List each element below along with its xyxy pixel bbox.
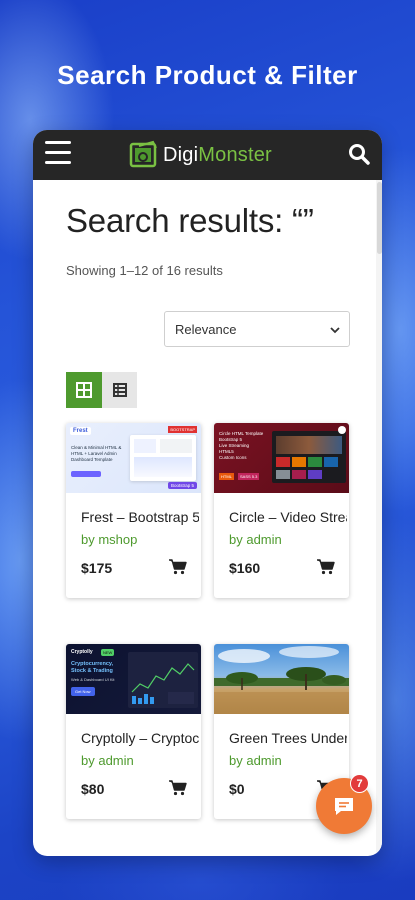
thumb-badge: Bootstrap 5 xyxy=(167,482,197,489)
scrollbar-track[interactable] xyxy=(376,180,382,856)
product-card[interactable]: Circle HTML Template Bootstrap 5 Live St… xyxy=(214,423,349,598)
logo-mark-icon xyxy=(129,140,157,168)
app-screen: DigiMonster Search results: “” Showing 1… xyxy=(33,130,382,856)
product-author[interactable]: by mshop xyxy=(81,532,137,547)
thumb-button: Get Now xyxy=(71,687,95,696)
page-title: Search results: “” xyxy=(66,202,314,239)
search-icon[interactable] xyxy=(348,143,370,165)
add-to-cart-icon[interactable] xyxy=(169,780,187,796)
thumb-badge: BOOTSTRAP xyxy=(168,426,197,433)
thumb-text: Web & Dashboard UI Kit xyxy=(71,677,115,682)
chat-bubble-icon xyxy=(335,798,353,815)
grid-view-button[interactable] xyxy=(66,372,102,408)
top-app-bar: DigiMonster xyxy=(33,130,382,180)
menu-icon[interactable] xyxy=(45,141,71,165)
sort-selected-value: Relevance xyxy=(175,321,237,337)
product-card[interactable]: Frest Clean & Minimal HTML & HTML + Lara… xyxy=(66,423,201,598)
grid-view-icon xyxy=(76,382,92,398)
product-card[interactable]: Cryptolly NEW Cryptocurrency, Stock & Tr… xyxy=(66,644,201,819)
chat-notification-badge: 7 xyxy=(350,774,369,793)
product-thumbnail[interactable]: Frest Clean & Minimal HTML & HTML + Lara… xyxy=(66,423,201,493)
sort-select[interactable]: Relevance xyxy=(164,311,350,347)
app-logo[interactable]: DigiMonster xyxy=(129,140,272,170)
add-to-cart-icon[interactable] xyxy=(317,559,335,575)
add-to-cart-icon[interactable] xyxy=(169,559,187,575)
logo-text-digi: Digi xyxy=(163,143,199,166)
product-price: $175 xyxy=(81,560,113,576)
product-title[interactable]: Cryptolly – Cryptocurrency xyxy=(81,730,199,746)
thumb-text: Custom Icons xyxy=(219,455,247,460)
product-thumbnail[interactable] xyxy=(214,644,349,714)
thumb-brand: Cryptolly xyxy=(71,649,93,655)
thumb-text: Cryptocurrency, xyxy=(71,661,114,667)
product-author[interactable]: by admin xyxy=(81,753,134,768)
product-price: $160 xyxy=(229,560,261,576)
logo-text-monster: Monster xyxy=(198,143,272,166)
list-view-icon xyxy=(112,383,127,397)
thumb-badge: SASS 5.3 xyxy=(238,473,260,480)
product-thumbnail[interactable]: Circle HTML Template Bootstrap 5 Live St… xyxy=(214,423,349,493)
product-price: $0 xyxy=(229,781,245,797)
thumb-brand: Frest xyxy=(70,427,91,435)
product-thumbnail[interactable]: Cryptolly NEW Cryptocurrency, Stock & Tr… xyxy=(66,644,201,714)
result-count: Showing 1–12 of 16 results xyxy=(66,263,223,278)
thumb-badge: HTML xyxy=(219,473,234,480)
thumb-text: Stock & Trading xyxy=(71,668,113,674)
product-title[interactable]: Circle – Video Streaming xyxy=(229,509,347,525)
product-author[interactable]: by admin xyxy=(229,753,282,768)
scrollbar-thumb[interactable] xyxy=(377,182,382,254)
product-title[interactable]: Green Trees Under Blue Sky xyxy=(229,730,347,746)
product-price: $80 xyxy=(81,781,105,797)
thumb-badge: NEW xyxy=(101,649,115,656)
chevron-down-icon xyxy=(330,327,340,334)
promo-headline: Search Product & Filter xyxy=(57,60,358,90)
product-title[interactable]: Frest – Bootstrap 5 Admin Dashboard xyxy=(81,509,199,525)
product-author[interactable]: by admin xyxy=(229,532,282,547)
list-view-button[interactable] xyxy=(102,372,137,408)
thumb-text: Dashboard Template xyxy=(71,457,113,462)
